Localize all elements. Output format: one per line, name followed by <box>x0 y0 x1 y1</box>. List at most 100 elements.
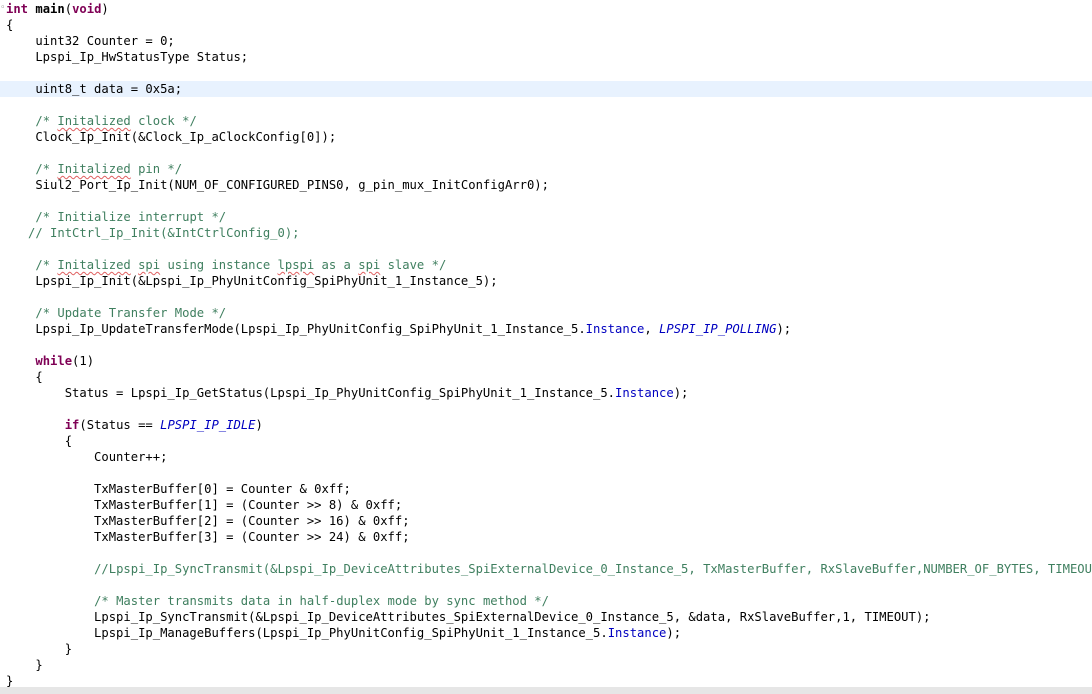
code-token: (1) <box>72 354 95 368</box>
code-token: Lpspi_Ip_UpdateTransferMode(Lpspi_Ip_Phy… <box>6 322 586 336</box>
code-line[interactable]: while(1) <box>0 353 1092 369</box>
code-token: Initalized <box>57 258 131 272</box>
code-token: /* Master transmits data in half-duplex … <box>94 594 549 608</box>
code-line[interactable]: TxMasterBuffer[3] = (Counter >> 24) & 0x… <box>0 529 1092 545</box>
code-token: TxMasterBuffer[2] = (Counter >> 16) & 0x… <box>6 514 410 528</box>
code-token: lpspi <box>277 258 315 272</box>
code-token: LPSPI_IP_POLLING <box>659 322 777 336</box>
code-token: Lpspi_Ip_ManageBuffers(Lpspi_Ip_PhyUnitC… <box>6 626 608 640</box>
code-text: /* Initialize interrupt */ <box>6 209 226 225</box>
code-line[interactable]: Status = Lpspi_Ip_GetStatus(Lpspi_Ip_Phy… <box>0 385 1092 401</box>
code-token: // IntCtrl_Ip_Init(&IntCtrlConfig_0); <box>28 226 300 240</box>
code-line[interactable]: /* Master transmits data in half-duplex … <box>0 593 1092 609</box>
code-token: /* Update Transfer Mode */ <box>35 306 227 320</box>
code-line[interactable]: /* Initalized pin */ <box>0 161 1092 177</box>
code-line[interactable]: // IntCtrl_Ip_Init(&IntCtrlConfig_0); <box>0 225 1092 241</box>
code-token: Counter++; <box>6 450 168 464</box>
code-line[interactable]: } <box>0 657 1092 673</box>
code-token: if <box>64 418 80 432</box>
code-text: TxMasterBuffer[0] = Counter & 0xff; <box>6 481 351 497</box>
code-line[interactable]: //Lpspi_Ip_SyncTransmit(&Lpspi_Ip_Device… <box>0 561 1092 577</box>
code-text: uint32 Counter = 0; <box>6 33 175 49</box>
code-token: main <box>35 2 65 16</box>
code-token: pin */ <box>130 162 183 176</box>
horizontal-scrollbar[interactable] <box>0 687 1092 694</box>
code-token: Lpspi_Ip_Init(&Lpspi_Ip_PhyUnitConfig_Sp… <box>6 274 498 288</box>
code-token: } <box>6 642 73 656</box>
code-line[interactable]: { <box>0 369 1092 385</box>
code-text: Lpspi_Ip_ManageBuffers(Lpspi_Ip_PhyUnitC… <box>6 625 681 641</box>
code-token: Instance <box>607 626 667 640</box>
code-line[interactable]: if(Status == LPSPI_IP_IDLE) <box>0 417 1092 433</box>
code-line[interactable]: Clock_Ip_Init(&Clock_Ip_aClockConfig[0])… <box>0 129 1092 145</box>
code-text: { <box>6 433 72 449</box>
code-token: Lpspi_Ip_SyncTransmit(&Lpspi_Ip_DeviceAt… <box>6 610 931 624</box>
code-text: while(1) <box>6 353 94 369</box>
code-line[interactable]: /* Initalized clock */ <box>0 113 1092 129</box>
code-token: uint32 Counter = 0; <box>6 34 175 48</box>
code-token: ( <box>64 2 73 16</box>
code-text: Lpspi_Ip_Init(&Lpspi_Ip_PhyUnitConfig_Sp… <box>6 273 498 289</box>
code-text: //Lpspi_Ip_SyncTransmit(&Lpspi_Ip_Device… <box>6 561 1092 577</box>
code-token: ) <box>255 418 263 432</box>
code-line[interactable]: TxMasterBuffer[2] = (Counter >> 16) & 0x… <box>0 513 1092 529</box>
code-line[interactable]: Lpspi_Ip_UpdateTransferMode(Lpspi_Ip_Phy… <box>0 321 1092 337</box>
code-line[interactable]: uint8_t data = 0x5a; <box>0 81 1092 97</box>
code-line[interactable]: uint32 Counter = 0; <box>0 33 1092 49</box>
code-text: // IntCtrl_Ip_Init(&IntCtrlConfig_0); <box>6 225 300 241</box>
code-token: clock */ <box>130 114 197 128</box>
code-line[interactable]: int main(void) <box>0 1 1092 17</box>
code-token: using instance <box>160 258 278 272</box>
code-line[interactable]: /* Update Transfer Mode */ <box>0 305 1092 321</box>
code-text: TxMasterBuffer[2] = (Counter >> 16) & 0x… <box>6 513 410 529</box>
code-token: , <box>644 322 660 336</box>
code-line[interactable]: Siul2_Port_Ip_Init(NUM_OF_CONFIGURED_PIN… <box>0 177 1092 193</box>
code-token: ); <box>776 322 792 336</box>
code-token: LPSPI_IP_IDLE <box>160 418 256 432</box>
code-line[interactable]: Counter++; <box>0 449 1092 465</box>
code-line[interactable]: Lpspi_Ip_Init(&Lpspi_Ip_PhyUnitConfig_Sp… <box>0 273 1092 289</box>
code-text: Clock_Ip_Init(&Clock_Ip_aClockConfig[0])… <box>6 129 336 145</box>
code-token: Lpspi_Ip_HwStatusType Status; <box>6 50 249 64</box>
code-line[interactable]: TxMasterBuffer[0] = Counter & 0xff; <box>0 481 1092 497</box>
code-text: Lpspi_Ip_UpdateTransferMode(Lpspi_Ip_Phy… <box>6 321 791 337</box>
code-line[interactable]: Lpspi_Ip_HwStatusType Status; <box>0 49 1092 65</box>
code-line[interactable]: TxMasterBuffer[1] = (Counter >> 8) & 0xf… <box>0 497 1092 513</box>
code-line[interactable]: { <box>0 433 1092 449</box>
code-line[interactable]: { <box>0 17 1092 33</box>
code-text: uint8_t data = 0x5a; <box>6 81 182 97</box>
code-token: Initalized <box>57 162 131 176</box>
code-text: /* Master transmits data in half-duplex … <box>6 593 549 609</box>
code-line[interactable]: Lpspi_Ip_SyncTransmit(&Lpspi_Ip_DeviceAt… <box>0 609 1092 625</box>
code-editor[interactable]: ◦ int main(void){ uint32 Counter = 0; Lp… <box>0 0 1092 694</box>
code-text: TxMasterBuffer[1] = (Counter >> 8) & 0xf… <box>6 497 402 513</box>
code-token: /* <box>35 162 58 176</box>
code-token: as a <box>314 258 359 272</box>
code-token: spi <box>358 258 381 272</box>
code-token: TxMasterBuffer[0] = Counter & 0xff; <box>6 482 351 496</box>
code-text: { <box>6 369 43 385</box>
code-line[interactable]: /* Initialize interrupt */ <box>0 209 1092 225</box>
code-line[interactable]: } <box>0 641 1092 657</box>
code-text: Counter++; <box>6 449 167 465</box>
code-line[interactable]: /* Initalized spi using instance lpspi a… <box>0 257 1092 273</box>
code-token: ) <box>101 2 109 16</box>
code-token: /* Initialize interrupt */ <box>35 210 227 224</box>
code-token: int <box>6 2 29 16</box>
code-token: { <box>6 370 43 384</box>
code-token: { <box>6 434 73 448</box>
code-token: } <box>6 674 14 688</box>
code-token: Initalized <box>57 114 131 128</box>
code-text: Siul2_Port_Ip_Init(NUM_OF_CONFIGURED_PIN… <box>6 177 549 193</box>
code-token: ); <box>666 626 682 640</box>
code-token: TxMasterBuffer[1] = (Counter >> 8) & 0xf… <box>6 498 403 512</box>
code-text: /* Initalized clock */ <box>6 113 197 129</box>
code-token: Instance <box>615 386 674 400</box>
code-line[interactable]: Lpspi_Ip_ManageBuffers(Lpspi_Ip_PhyUnitC… <box>0 625 1092 641</box>
